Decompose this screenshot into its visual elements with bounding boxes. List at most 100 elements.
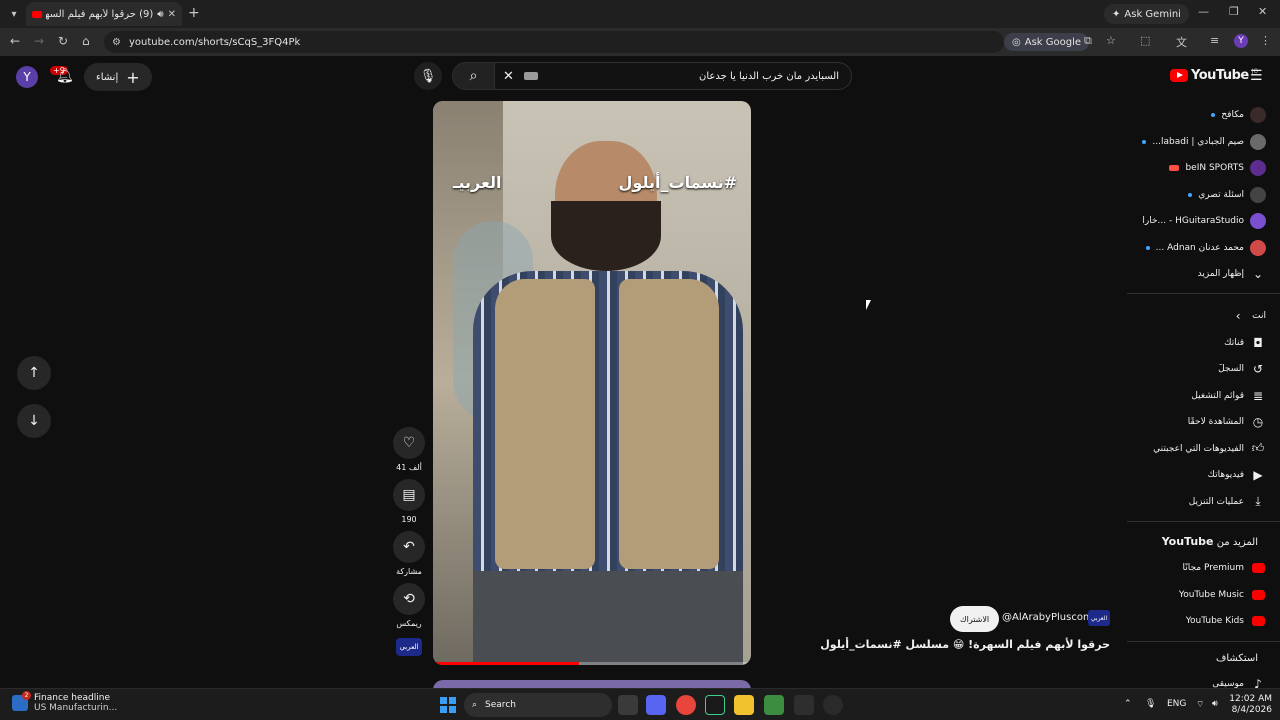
person-box-icon: ◘ [1253, 335, 1263, 350]
keyboard-icon[interactable] [523, 72, 538, 80]
clock-date: 8/4/2026 [1231, 705, 1272, 715]
create-label: إنشاء [96, 71, 119, 83]
channel-logo[interactable]: العربي [1088, 610, 1110, 626]
sidebar-subscription-3[interactable]: أسئلة تصري [1127, 182, 1266, 208]
clock-time: 12:02 AM [1229, 694, 1272, 704]
extensions-icon[interactable]: ⬚ [1140, 34, 1150, 47]
home-icon[interactable]: ⌂ [82, 34, 90, 48]
video-hashtag-overlay: #نسمات_أيلول [618, 173, 737, 192]
label: Ask Gemini [1124, 8, 1181, 20]
sidebar-item-you-5[interactable]: فيديوهاتك ▶ [1127, 462, 1266, 488]
comment-action[interactable]: ▤ 190 [393, 479, 425, 524]
reading-list-icon[interactable]: ≡ [1210, 34, 1219, 47]
sidebar-subscription-2[interactable]: beIN SPORTS [1127, 155, 1266, 181]
guide-menu-icon[interactable]: ☰ [1250, 68, 1263, 84]
terminal-app-icon[interactable] [705, 695, 725, 715]
search-input[interactable]: السبايدر مان خرب الدنيا يا جدعان [538, 71, 851, 82]
sidebar-item-more-1[interactable]: YouTube Music [1127, 582, 1266, 608]
sidebar-you-header[interactable]: ‹ أنت [1127, 303, 1266, 329]
sidebar-item-label: أسئلة تصري [1198, 189, 1244, 200]
bookmark-star-icon[interactable]: ☆ [1106, 34, 1116, 47]
like-button[interactable]: ♡ [393, 427, 425, 459]
browser-tab-active[interactable]: (9) حرقوا لأبهم فيلم السهرة! 😁 🔊︎ ✕ [26, 2, 182, 26]
sidebar-item-you-0[interactable]: قناتك ◘ [1127, 330, 1266, 356]
sidebar-item-more-0[interactable]: Premium مجانًا [1127, 555, 1266, 581]
sidebar-show-more[interactable]: إظهار المزيد ⌄ [1127, 261, 1266, 287]
video-progress-bar[interactable] [433, 662, 751, 665]
next-short-button[interactable]: ↓ [17, 404, 51, 438]
chrome-icon[interactable] [676, 695, 696, 715]
forward-icon[interactable]: → [34, 34, 44, 48]
comment-button[interactable]: ▤ [393, 479, 425, 511]
remix-button[interactable]: ⟲ [393, 583, 425, 615]
like-action[interactable]: ♡ 41 ألف [393, 427, 425, 472]
sidebar-item-label: YouTube Kids [1185, 616, 1244, 626]
wifi-icon[interactable]: ⌔ [1196, 699, 1204, 710]
app-icon-2[interactable] [794, 695, 814, 715]
previous-short-button[interactable]: ↑ [17, 356, 51, 390]
discord-icon[interactable] [646, 695, 666, 715]
task-view-icon[interactable] [618, 695, 638, 715]
tab-title: (9) حرقوا لأبهم فيلم السهرة! 😁 [46, 8, 154, 20]
sidebar-subscription-0[interactable]: مكافح [1127, 102, 1266, 128]
create-button[interactable]: إنشاء + [84, 63, 152, 91]
sidebar-item-you-2[interactable]: قوائم التشغيل ≣ [1127, 383, 1266, 409]
sidebar-item-you-6[interactable]: عمليات التنزيل ⤓ [1127, 489, 1266, 515]
sidebar-item-label: YouTube Music [1178, 589, 1244, 600]
tray-chevron-icon[interactable]: ⌃ [1124, 699, 1132, 709]
sidebar-item-you-3[interactable]: المشاهدة لاحقًا ◷ [1127, 409, 1266, 435]
volume-icon[interactable]: 🔊︎ [1212, 699, 1218, 709]
heart-icon: ♡ [402, 435, 416, 451]
sidebar-item-more-2[interactable]: YouTube Kids [1127, 608, 1266, 634]
share-button[interactable]: ↶ [393, 531, 425, 563]
voice-search-button[interactable]: 🎙︎ [414, 62, 442, 90]
shorts-video-player[interactable]: #نسمات_أيلول العربيـ [433, 101, 751, 665]
ask-google-button[interactable]: ◎ Ask Google [1004, 33, 1090, 51]
language-indicator[interactable]: ENG [1167, 699, 1186, 709]
window-close-icon[interactable]: ✕ [1258, 5, 1267, 18]
user-avatar[interactable]: Y [16, 66, 38, 88]
clear-search-icon[interactable]: ✕ [503, 69, 514, 84]
channel-handle[interactable]: @AlArabyPluscom [1002, 612, 1093, 623]
sidebar-subscription-4[interactable]: HGuitaraStudio - ...خارا [1127, 208, 1266, 234]
tab-search-icon[interactable]: ▾ [4, 4, 24, 24]
install-app-icon[interactable]: ⧉ [1084, 34, 1092, 48]
ask-gemini-button[interactable]: ✦ Ask Gemini [1104, 4, 1189, 24]
audio-icon[interactable]: 🔊︎ [157, 9, 163, 20]
sidebar-subscription-1[interactable]: صيم الجبادي | labadi... [1127, 129, 1266, 155]
share-action[interactable]: ↶ مشاركة [393, 531, 425, 576]
sidebar-item-you-1[interactable]: السجلّ ↺ [1127, 356, 1266, 382]
video-title[interactable]: حرقوا لأبهم فيلم السهرة! 😁 مسلسل #نسمات_… [820, 638, 1110, 651]
subscribe-button[interactable]: الاشتراك [950, 606, 1000, 632]
site-info-icon[interactable]: ⚙ [112, 37, 121, 48]
remix-action[interactable]: ⟲ ريمكس [393, 583, 425, 628]
app-icon[interactable] [764, 695, 784, 715]
system-clock[interactable]: 12:02 AM 8/4/2026 [1228, 694, 1272, 716]
restore-icon[interactable]: ❐ [1229, 5, 1239, 18]
windows-start-icon[interactable] [440, 697, 456, 713]
microphone-tray-icon[interactable]: 🎙︎ [1145, 699, 1156, 709]
app-icon-3[interactable] [823, 695, 843, 715]
sidebar-item-explore-0[interactable]: موسيقى ♪ [1127, 671, 1266, 689]
tab-close-icon[interactable]: ✕ [168, 9, 176, 20]
translate-icon[interactable]: 文 [1176, 34, 1187, 50]
search-button[interactable]: ⌕ [453, 63, 495, 89]
reload-icon[interactable]: ↻ [58, 34, 68, 48]
minimize-icon[interactable]: — [1198, 5, 1209, 18]
sidebar-item-label: HGuitaraStudio - ...خارا [1142, 216, 1244, 226]
youtube-logo[interactable]: YouTube JO [1170, 68, 1258, 83]
channel-avatar [1250, 160, 1266, 176]
address-bar[interactable]: ⚙ youtube.com/shorts/sCqS_3FQ4Pk [104, 31, 1004, 53]
sidebar-subscription-5[interactable]: محمد عدنان Adnan ... [1127, 235, 1266, 261]
notifications-bell-icon[interactable]: 🔔︎ [56, 68, 74, 84]
new-tab-icon[interactable]: + [188, 5, 200, 21]
next-short-preview[interactable] [433, 680, 751, 688]
browser-profile-avatar[interactable]: Y [1234, 34, 1248, 48]
file-explorer-icon[interactable] [734, 695, 754, 715]
browser-menu-icon[interactable]: ⋮ [1260, 34, 1271, 47]
channel-thumbnail[interactable]: العربي [396, 638, 422, 656]
back-icon[interactable]: ← [10, 34, 20, 48]
taskbar-search[interactable]: ⌕ Search [464, 693, 612, 717]
news-widget[interactable]: 2 Finance headline US Manufacturin... [12, 691, 117, 713]
sidebar-item-you-4[interactable]: الفيديوهات التي أعجبتني 👍︎ [1127, 436, 1266, 462]
